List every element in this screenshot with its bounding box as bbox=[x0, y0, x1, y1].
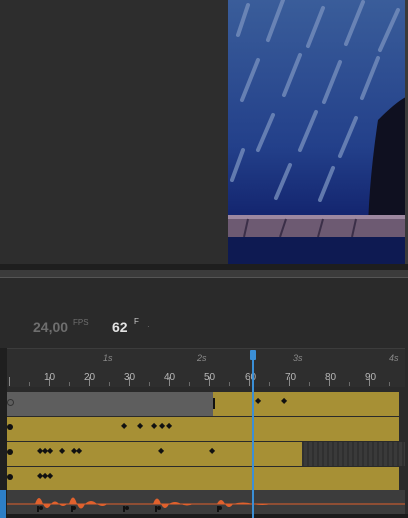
ruler-tick bbox=[369, 377, 370, 386]
keyframe[interactable] bbox=[7, 424, 13, 430]
ruler-tick bbox=[289, 377, 290, 386]
ruler-tick bbox=[389, 382, 390, 386]
seconds-label: 4s bbox=[389, 353, 399, 363]
frame-unit: F bbox=[134, 317, 139, 326]
timeline-scrollbar[interactable] bbox=[0, 514, 408, 518]
layer-row[interactable] bbox=[7, 467, 405, 491]
ruler-tick bbox=[149, 382, 150, 386]
audio-layer-row[interactable] bbox=[7, 490, 405, 514]
layer-row[interactable] bbox=[7, 442, 405, 466]
empty-frame-span[interactable] bbox=[7, 392, 213, 416]
timeline-info-bar: 24,00 FPS 62 F · bbox=[0, 278, 408, 348]
keyframe[interactable] bbox=[255, 396, 262, 407]
ruler-tick bbox=[269, 382, 270, 386]
ruler-tick bbox=[229, 382, 230, 386]
frame-label: 60 bbox=[245, 372, 257, 383]
ruler-tick bbox=[249, 377, 250, 386]
frame-label: 80 bbox=[325, 372, 337, 383]
span-start bbox=[213, 398, 215, 409]
ruler-tick bbox=[49, 377, 50, 386]
stage-canvas[interactable] bbox=[228, 0, 408, 266]
seconds-label: 1s bbox=[103, 353, 113, 363]
frame-label: 90 bbox=[365, 372, 377, 383]
ruler-tick bbox=[329, 377, 330, 386]
keyframe[interactable] bbox=[47, 471, 54, 482]
keyframe[interactable] bbox=[281, 396, 288, 407]
keyframe[interactable] bbox=[7, 474, 13, 480]
frame-span[interactable] bbox=[7, 417, 399, 441]
ruler-tick bbox=[69, 382, 70, 386]
fps-value[interactable]: 24,00 bbox=[33, 319, 68, 335]
ruler-tick bbox=[89, 377, 90, 386]
keyframe[interactable] bbox=[121, 421, 128, 432]
frame-label: 70 bbox=[285, 372, 297, 383]
playhead-line[interactable] bbox=[252, 350, 254, 518]
ruler-tick bbox=[129, 377, 130, 386]
keyframe[interactable] bbox=[151, 421, 158, 432]
scene-artwork bbox=[228, 0, 408, 266]
ruler-tick bbox=[29, 382, 30, 386]
layer-row[interactable] bbox=[7, 417, 405, 441]
ruler-tick bbox=[109, 382, 110, 386]
ruler-tick bbox=[189, 382, 190, 386]
timeline-panel[interactable]: 24,00 FPS 62 F · 1s 2s 3s 4s 10 20 30 40… bbox=[0, 278, 408, 518]
keyframe[interactable] bbox=[7, 449, 13, 455]
fps-unit: FPS bbox=[73, 318, 89, 327]
layer-row[interactable] bbox=[7, 392, 405, 416]
keyframe[interactable] bbox=[158, 446, 165, 457]
ruler-tick bbox=[9, 377, 10, 386]
keyframe[interactable] bbox=[209, 446, 216, 457]
stage-area[interactable] bbox=[0, 0, 408, 266]
ruler-tick bbox=[209, 377, 210, 386]
keyframe[interactable] bbox=[76, 446, 83, 457]
seconds-label: 2s bbox=[197, 353, 207, 363]
empty-keyframe[interactable] bbox=[7, 399, 14, 406]
frame-separator: · bbox=[147, 322, 150, 331]
keyframe[interactable] bbox=[137, 421, 144, 432]
timeline-ruler[interactable]: 1s 2s 3s 4s 10 20 30 40 50 60 70 80 90 bbox=[7, 348, 405, 387]
keyframe[interactable] bbox=[166, 421, 173, 432]
keyframe[interactable] bbox=[59, 446, 66, 457]
audio-waveform bbox=[7, 490, 405, 514]
layer-selection-marker bbox=[0, 490, 6, 518]
frame-span[interactable] bbox=[7, 467, 399, 491]
frame-span[interactable] bbox=[213, 392, 399, 416]
ruler-tick bbox=[349, 382, 350, 386]
ruler-tick bbox=[309, 382, 310, 386]
keyframe[interactable] bbox=[159, 421, 166, 432]
seconds-label: 3s bbox=[293, 353, 303, 363]
current-frame-value[interactable]: 62 bbox=[112, 319, 128, 335]
empty-frames[interactable] bbox=[302, 442, 405, 466]
keyframe[interactable] bbox=[47, 446, 54, 457]
ruler-tick bbox=[169, 377, 170, 386]
